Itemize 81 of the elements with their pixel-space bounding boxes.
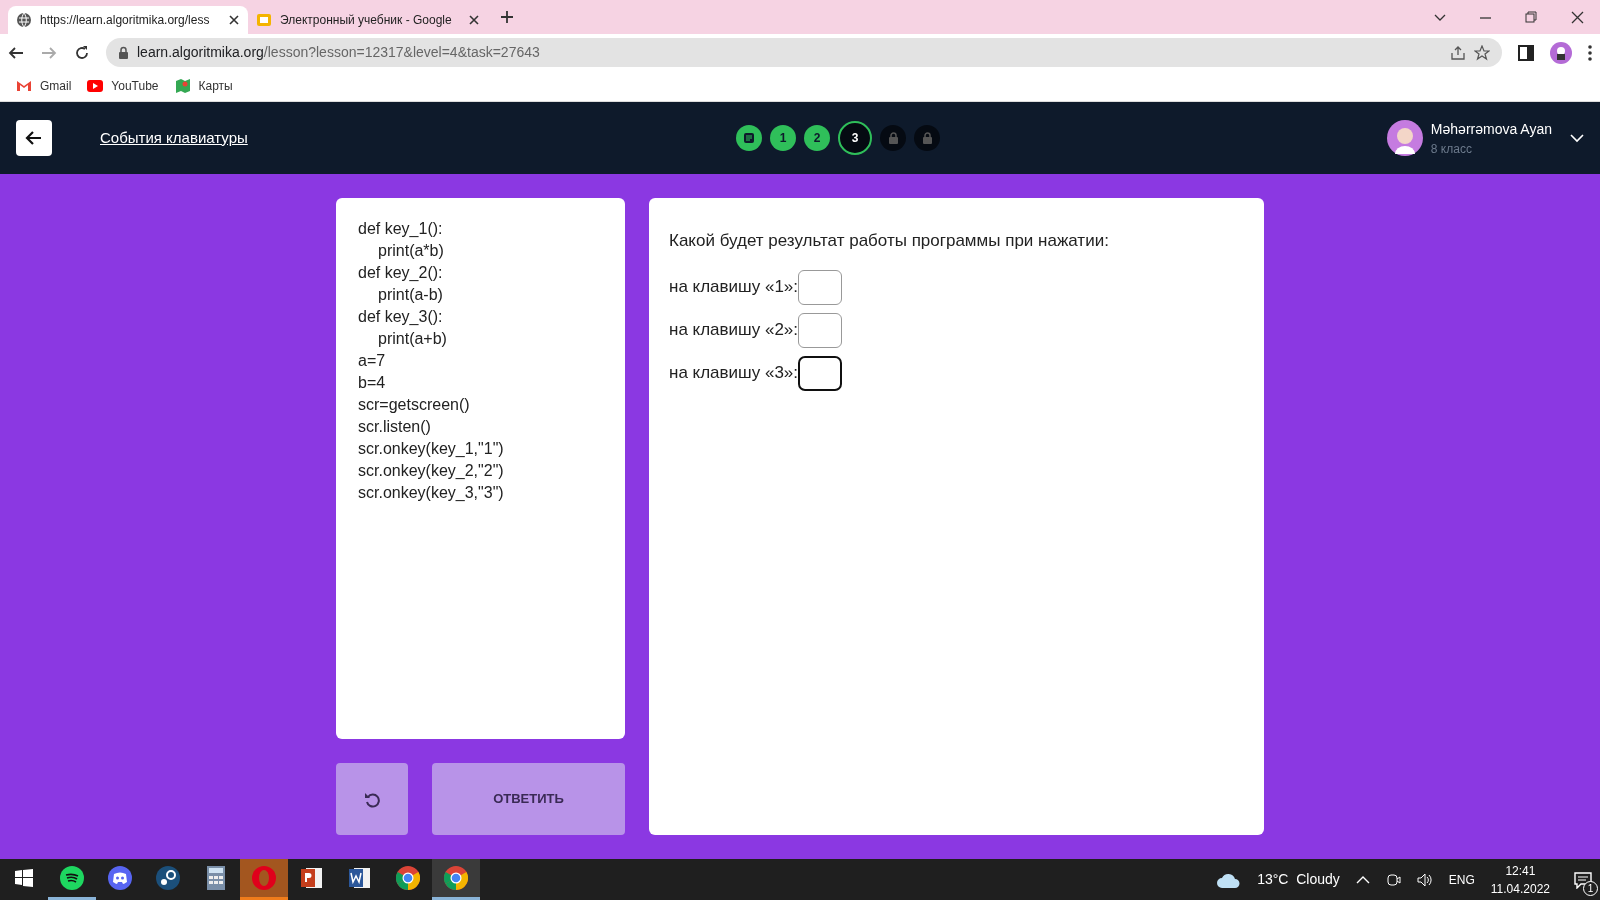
avatar-icon — [1386, 120, 1423, 156]
bookmark-link[interactable]: Карты — [174, 77, 233, 95]
lock-icon — [887, 132, 899, 144]
globe-icon — [16, 12, 32, 28]
code-line: scr=getscreen() — [358, 395, 470, 415]
code-line: def key_2(): — [358, 263, 443, 283]
answer-label: на клавишу «3»: — [669, 362, 799, 385]
mail-icon — [16, 78, 32, 94]
code-line: scr.onkey(key_1,"1") — [358, 439, 504, 459]
close-icon[interactable] — [1570, 10, 1584, 24]
reset-icon — [363, 790, 381, 808]
taskbar-app-button[interactable] — [432, 859, 480, 900]
star-icon[interactable] — [1474, 44, 1490, 61]
calculator-icon — [204, 866, 228, 890]
answer-label: на клавишу «2»: — [669, 319, 799, 342]
answer-label: на клавишу «1»: — [669, 276, 799, 299]
profile-avatar-icon[interactable] — [1550, 41, 1572, 64]
answer-field[interactable] — [798, 269, 843, 305]
code-line: a=7 — [358, 351, 386, 371]
close-icon[interactable] — [468, 14, 480, 26]
code-line: def key_3(): — [358, 307, 443, 327]
video-play-icon — [87, 78, 104, 94]
ring-logo-icon — [252, 866, 276, 890]
windows-logo-icon — [15, 869, 33, 887]
reload-icon[interactable] — [74, 44, 90, 61]
answer-field[interactable] — [798, 355, 843, 391]
game-app-icon — [156, 866, 180, 890]
share-icon[interactable] — [1450, 44, 1466, 61]
chevron-down-icon[interactable] — [1570, 133, 1584, 143]
step-button[interactable] — [736, 125, 762, 151]
back-icon[interactable] — [8, 44, 25, 61]
code-line: scr.onkey(key_3,"3") — [358, 483, 504, 503]
step-button[interactable]: 3 — [838, 121, 872, 155]
user-grade: 8 класс — [1430, 140, 1473, 158]
chevron-up-icon[interactable] — [1355, 874, 1370, 885]
clock-date: 11.04.2022 — [1490, 880, 1550, 898]
lock-icon — [118, 45, 129, 60]
bookmark-link[interactable]: Gmail — [16, 77, 72, 95]
user-name: Məhərrəmova Ayan — [1430, 119, 1552, 139]
notification-count: 1 — [1583, 881, 1598, 896]
map-icon — [174, 78, 191, 94]
answer-button[interactable]: ОТВЕТИТЬ — [432, 763, 625, 835]
camera-icon[interactable] — [1385, 871, 1401, 888]
code-line: print(a+b) — [378, 329, 447, 349]
code-line: b=4 — [358, 373, 386, 393]
restore-icon[interactable] — [1524, 10, 1538, 24]
question-text: Какой будет результат работы программы при нажатии: — [669, 230, 1109, 252]
lock-icon — [921, 132, 933, 144]
answer-field[interactable] — [798, 312, 843, 348]
clock-time: 12:41 — [1504, 862, 1537, 880]
presentation-app-icon — [300, 866, 324, 890]
code-line: def key_1(): — [358, 219, 443, 239]
document-app-icon — [348, 866, 372, 890]
menu-icon[interactable] — [1588, 44, 1592, 61]
weather-text: 13°C Cloudy — [1257, 870, 1340, 889]
forward-icon — [41, 44, 58, 61]
music-app-icon — [60, 866, 84, 890]
browser-app-icon — [396, 866, 420, 890]
notification-icon[interactable] — [1574, 871, 1592, 890]
side-panel-icon[interactable] — [1518, 44, 1534, 61]
document-icon — [743, 132, 755, 144]
lesson-title-link[interactable]: События клавиатуры — [100, 126, 248, 150]
code-line: print(a*b) — [378, 241, 444, 261]
slides-icon — [256, 12, 272, 28]
bookmark-link[interactable]: YouTube — [87, 77, 159, 95]
speaker-icon[interactable] — [1416, 871, 1433, 888]
browser-tab[interactable]: Электронный учебник - Google — [248, 6, 488, 34]
address-bar[interactable]: learn.algoritmika.org/lesson?lesson=12317&level=4&task=27643 — [106, 38, 1502, 67]
browser-tab[interactable]: https://learn.algoritmika.org/less — [8, 6, 248, 34]
chat-app-icon — [108, 866, 132, 890]
code-line: scr.onkey(key_2,"2") — [358, 461, 504, 481]
code-line: scr.listen() — [358, 417, 431, 437]
browser-app-icon — [444, 866, 468, 890]
step-button[interactable]: 1 — [770, 125, 796, 151]
language-indicator[interactable]: ENG — [1448, 870, 1475, 889]
code-line: print(a-b) — [378, 285, 443, 305]
close-icon[interactable] — [228, 14, 240, 26]
back-button[interactable] — [16, 120, 52, 156]
step-button[interactable]: 2 — [804, 125, 830, 151]
arrow-left-icon — [25, 129, 43, 147]
new-tab-icon[interactable] — [500, 10, 514, 24]
